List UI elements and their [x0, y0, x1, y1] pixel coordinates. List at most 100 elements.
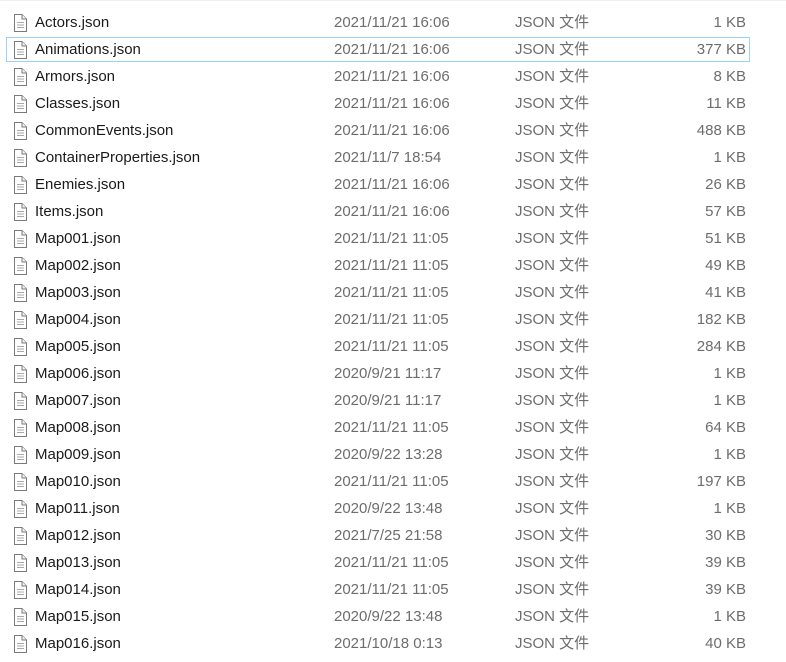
file-type: JSON 文件: [515, 311, 590, 328]
file-type: JSON 文件: [515, 635, 590, 652]
file-size: 30 KB: [705, 527, 746, 544]
file-modified-date: 2021/11/21 16:06: [334, 14, 450, 31]
file-name: Map004.json: [35, 311, 121, 328]
document-icon: [14, 149, 27, 167]
file-type: JSON 文件: [515, 500, 590, 517]
document-icon: [14, 419, 27, 437]
file-name: CommonEvents.json: [35, 122, 174, 139]
file-name: Map012.json: [35, 527, 121, 544]
file-size: 41 KB: [705, 284, 746, 301]
file-row[interactable]: Map002.json 2021/11/21 11:05 JSON 文件 49 …: [6, 253, 750, 278]
document-icon: [14, 554, 27, 572]
file-modified-date: 2020/9/21 11:17: [334, 365, 442, 382]
file-type: JSON 文件: [515, 14, 590, 31]
file-row[interactable]: Map009.json 2020/9/22 13:28 JSON 文件 1 KB: [6, 442, 750, 467]
file-type: JSON 文件: [515, 95, 590, 112]
file-size: 1 KB: [713, 392, 746, 409]
file-modified-date: 2020/9/21 11:17: [334, 392, 442, 409]
file-name: Map011.json: [35, 500, 120, 517]
file-size: 57 KB: [705, 203, 746, 220]
file-row[interactable]: Map004.json 2021/11/21 11:05 JSON 文件 182…: [6, 307, 750, 332]
document-icon: [14, 392, 27, 410]
file-modified-date: 2021/11/21 11:05: [334, 473, 449, 490]
file-modified-date: 2021/11/21 11:05: [334, 338, 449, 355]
file-type: JSON 文件: [515, 473, 590, 490]
file-row[interactable]: Map008.json 2021/11/21 11:05 JSON 文件 64 …: [6, 415, 750, 440]
file-modified-date: 2021/11/21 11:05: [334, 257, 449, 274]
file-size: 64 KB: [705, 419, 746, 436]
file-name: Actors.json: [35, 14, 110, 31]
file-name: Map016.json: [35, 635, 121, 652]
file-modified-date: 2021/11/21 16:06: [334, 203, 450, 220]
file-name: Map005.json: [35, 338, 121, 355]
file-size: 1 KB: [713, 500, 746, 517]
file-size: 1 KB: [713, 365, 746, 382]
file-row[interactable]: Map016.json 2021/10/18 0:13 JSON 文件 40 K…: [6, 631, 750, 656]
file-row[interactable]: Map011.json 2020/9/22 13:48 JSON 文件 1 KB: [6, 496, 750, 521]
file-modified-date: 2021/11/21 16:06: [334, 95, 450, 112]
file-size: 39 KB: [705, 554, 746, 571]
file-name: Map001.json: [35, 230, 121, 247]
file-name: Map008.json: [35, 419, 121, 436]
file-name: Map015.json: [35, 608, 121, 625]
file-row[interactable]: Enemies.json 2021/11/21 16:06 JSON 文件 26…: [6, 172, 750, 197]
file-modified-date: 2021/11/21 16:06: [334, 122, 450, 139]
document-icon: [14, 230, 27, 248]
file-size: 1 KB: [713, 608, 746, 625]
file-row[interactable]: Armors.json 2021/11/21 16:06 JSON 文件 8 K…: [6, 64, 750, 89]
document-icon: [14, 41, 27, 59]
file-row[interactable]: Actors.json 2021/11/21 16:06 JSON 文件 1 K…: [6, 10, 750, 35]
file-row[interactable]: Map005.json 2021/11/21 11:05 JSON 文件 284…: [6, 334, 750, 359]
file-modified-date: 2020/9/22 13:48: [334, 500, 443, 517]
document-icon: [14, 68, 27, 86]
file-row[interactable]: Map014.json 2021/11/21 11:05 JSON 文件 39 …: [6, 577, 750, 602]
file-size: 1 KB: [713, 446, 746, 463]
file-type: JSON 文件: [515, 365, 590, 382]
file-row[interactable]: Map006.json 2020/9/21 11:17 JSON 文件 1 KB: [6, 361, 750, 386]
document-icon: [14, 446, 27, 464]
file-modified-date: 2021/11/21 11:05: [334, 581, 449, 598]
document-icon: [14, 500, 27, 518]
file-modified-date: 2021/11/21 16:06: [334, 176, 450, 193]
document-icon: [14, 311, 27, 329]
file-modified-date: 2021/11/21 16:06: [334, 68, 450, 85]
file-type: JSON 文件: [515, 230, 590, 247]
document-icon: [14, 257, 27, 275]
file-size: 197 KB: [696, 473, 746, 490]
file-name: Map010.json: [35, 473, 121, 490]
document-icon: [14, 365, 27, 383]
file-row[interactable]: Map003.json 2021/11/21 11:05 JSON 文件 41 …: [6, 280, 750, 305]
file-type: JSON 文件: [515, 41, 590, 58]
file-name: Map003.json: [35, 284, 121, 301]
file-type: JSON 文件: [515, 554, 590, 571]
file-type: JSON 文件: [515, 338, 590, 355]
file-modified-date: 2021/11/21 11:05: [334, 284, 449, 301]
file-name: Animations.json: [35, 41, 141, 58]
file-type: JSON 文件: [515, 419, 590, 436]
file-type: JSON 文件: [515, 149, 590, 166]
file-row[interactable]: Map007.json 2020/9/21 11:17 JSON 文件 1 KB: [6, 388, 750, 413]
file-row[interactable]: CommonEvents.json 2021/11/21 16:06 JSON …: [6, 118, 750, 143]
file-type: JSON 文件: [515, 581, 590, 598]
file-row[interactable]: Map015.json 2020/9/22 13:48 JSON 文件 1 KB: [6, 604, 750, 629]
file-size: 49 KB: [705, 257, 746, 274]
file-row[interactable]: Map010.json 2021/11/21 11:05 JSON 文件 197…: [6, 469, 750, 494]
file-size: 1 KB: [713, 14, 746, 31]
file-row[interactable]: Items.json 2021/11/21 16:06 JSON 文件 57 K…: [6, 199, 750, 224]
file-row[interactable]: Map012.json 2021/7/25 21:58 JSON 文件 30 K…: [6, 523, 750, 548]
file-size: 284 KB: [696, 338, 746, 355]
file-modified-date: 2021/11/21 11:05: [334, 230, 449, 247]
file-row[interactable]: ContainerProperties.json 2021/11/7 18:54…: [6, 145, 750, 170]
file-size: 8 KB: [713, 68, 746, 85]
file-type: JSON 文件: [515, 68, 590, 85]
file-row[interactable]: Classes.json 2021/11/21 16:06 JSON 文件 11…: [6, 91, 750, 116]
file-row[interactable]: Map013.json 2021/11/21 11:05 JSON 文件 39 …: [6, 550, 750, 575]
file-type: JSON 文件: [515, 446, 590, 463]
file-row[interactable]: Map001.json 2021/11/21 11:05 JSON 文件 51 …: [6, 226, 750, 251]
file-modified-date: 2021/10/18 0:13: [334, 635, 443, 652]
document-icon: [14, 203, 27, 221]
file-row[interactable]: Animations.json 2021/11/21 16:06 JSON 文件…: [6, 37, 750, 62]
file-modified-date: 2020/9/22 13:28: [334, 446, 443, 463]
top-divider: [0, 0, 786, 1]
file-name: Map002.json: [35, 257, 121, 274]
